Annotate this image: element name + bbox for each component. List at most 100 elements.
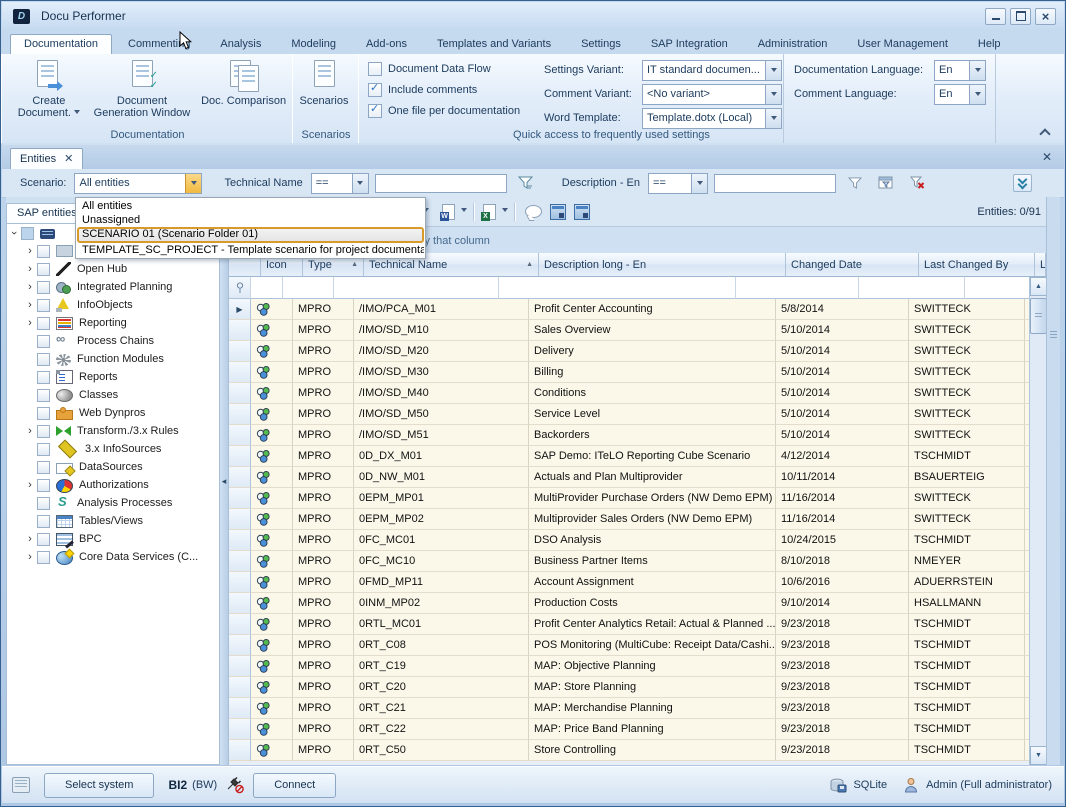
expand-arrow-icon[interactable]: ›: [23, 263, 37, 275]
checkbox-icon[interactable]: [368, 83, 382, 97]
ribbon-checkbox-row[interactable]: Include comments: [368, 83, 544, 97]
tree-item[interactable]: › 3.x InfoSources: [23, 440, 219, 458]
expand-arrow-icon[interactable]: ›: [23, 425, 37, 437]
table-row[interactable]: ▶ MPRO /IMO/SD_M30 Billing: [229, 362, 1030, 383]
combo-dropdown-button[interactable]: [969, 61, 985, 80]
scroll-up-button[interactable]: ▲: [1030, 277, 1047, 296]
table-row[interactable]: ▶ MPRO 0RT_C19 MAP: Objective Plannin: [229, 656, 1030, 677]
table-row[interactable]: ▶ MPRO 0FC_MC01 DSO Analysis: [229, 530, 1030, 551]
close-view-icon[interactable]: ✕: [1042, 150, 1052, 164]
tree-checkbox[interactable]: [37, 497, 50, 510]
combo-dropdown-button[interactable]: [352, 174, 368, 193]
table-row[interactable]: ▶ MPRO 0D_NW_M01 Actuals and Plan Mul: [229, 467, 1030, 488]
table-row[interactable]: ▶ MPRO 0RTL_MC01 Profit Center Analyt: [229, 614, 1030, 635]
combo-dropdown-button[interactable]: [765, 109, 781, 128]
table-row[interactable]: ▶ MPRO 0FMD_MP11 Account Assignment: [229, 572, 1030, 593]
scrollbar-thumb[interactable]: [1030, 298, 1047, 334]
table-row[interactable]: ▶ MPRO 0RT_C08 POS Monitoring (MultiC: [229, 635, 1030, 656]
table-row[interactable]: ▶ MPRO 0RT_C20 MAP: Store Planning: [229, 677, 1030, 698]
save-layout-button[interactable]: [550, 204, 566, 220]
table-row[interactable]: ▶ MPRO 0RT_C50 Store Controlling: [229, 740, 1030, 761]
dropdown-item[interactable]: Unassigned: [77, 213, 424, 227]
expand-arrow-icon[interactable]: ›: [23, 281, 37, 293]
tree-item[interactable]: › Process Chains: [23, 332, 219, 350]
dropdown-item[interactable]: SCENARIO 01 (Scenario Folder 01): [77, 227, 424, 243]
tree-checkbox[interactable]: [37, 461, 50, 474]
collapse-ribbon-button[interactable]: [1038, 126, 1052, 138]
scenarios-button[interactable]: Scenarios: [293, 54, 355, 107]
scenario-dropdown-button[interactable]: [185, 174, 201, 193]
scenario-combo[interactable]: All entities: [74, 173, 202, 194]
table-row[interactable]: ▶ MPRO /IMO/SD_M10 Sales Overview: [229, 320, 1030, 341]
ribbon-combo[interactable]: En: [934, 84, 986, 105]
filter-cell[interactable]: [859, 277, 965, 299]
expand-arrow-icon[interactable]: ›: [23, 245, 37, 257]
export-excel-button[interactable]: X: [480, 204, 508, 220]
table-row[interactable]: ▶ MPRO 0D_DX_M01 SAP Demo: ITeLO Repo: [229, 446, 1030, 467]
tree-checkbox[interactable]: [37, 299, 50, 312]
document-generation-window-button[interactable]: ✓✓ DocumentGeneration Window: [90, 54, 195, 119]
maximize-button[interactable]: [1010, 8, 1031, 25]
table-row[interactable]: ▶ MPRO 0EPM_MP02 Multiprovider Sales: [229, 509, 1030, 530]
minimize-button[interactable]: [985, 8, 1006, 25]
tree-item[interactable]: › Classes: [23, 386, 219, 404]
table-row[interactable]: ▶ MPRO 0FC_MC10 Business Partner Item: [229, 551, 1030, 572]
tree-checkbox[interactable]: [37, 281, 50, 294]
select-system-button[interactable]: Select system: [44, 773, 154, 798]
scroll-down-button[interactable]: ▼: [1030, 746, 1047, 765]
expand-arrow-icon[interactable]: ›: [23, 317, 37, 329]
tree-checkbox[interactable]: [37, 533, 50, 546]
tree-item[interactable]: › DataSources: [23, 458, 219, 476]
ribbon-tab[interactable]: Modeling: [277, 34, 350, 54]
ribbon-tab[interactable]: Administration: [744, 34, 842, 54]
expand-arrow-icon[interactable]: ›: [23, 479, 37, 491]
table-row[interactable]: ▶ MPRO 0RT_C22 MAP: Price Band Planni: [229, 719, 1030, 740]
tree-checkbox[interactable]: [21, 227, 34, 240]
table-row[interactable]: ▶ MPRO 0INM_MP02 Production Costs: [229, 593, 1030, 614]
combo-dropdown-button[interactable]: [969, 85, 985, 104]
ribbon-tab[interactable]: SAP Integration: [637, 34, 742, 54]
checkbox-icon[interactable]: [368, 62, 382, 76]
header-last-doc[interactable]: Last doc.: [1035, 253, 1046, 277]
tree-checkbox[interactable]: [37, 389, 50, 402]
clear-filter-button[interactable]: [905, 172, 929, 194]
ribbon-tab[interactable]: Add-ons: [352, 34, 421, 54]
tree-item[interactable]: › Transform./3.x Rules: [23, 422, 219, 440]
filter-cell[interactable]: [499, 277, 736, 299]
tree-item[interactable]: › Reports: [23, 368, 219, 386]
ribbon-tab[interactable]: User Management: [843, 34, 962, 54]
ribbon-combo[interactable]: <No variant>: [642, 84, 782, 105]
tree-item[interactable]: › Core Data Services (C...: [23, 548, 219, 566]
export-word-button[interactable]: W: [439, 204, 467, 220]
filter-cell[interactable]: [334, 277, 499, 299]
description-filter-input[interactable]: [714, 174, 836, 193]
tree-item[interactable]: › Web Dynpros: [23, 404, 219, 422]
right-edge-splitter[interactable]: [1046, 197, 1060, 765]
tree-checkbox[interactable]: [37, 263, 50, 276]
tree-checkbox[interactable]: [37, 515, 50, 528]
apply-filter-button[interactable]: [514, 172, 538, 194]
tree-checkbox[interactable]: [37, 335, 50, 348]
panel-splitter[interactable]: ◂: [220, 197, 228, 765]
tree-checkbox[interactable]: [37, 371, 50, 384]
tree-item[interactable]: › Tables/Views: [23, 512, 219, 530]
expand-arrow-icon[interactable]: ›: [8, 226, 20, 240]
technical-name-filter-input[interactable]: [375, 174, 507, 193]
combo-dropdown-button[interactable]: [765, 61, 781, 80]
ribbon-tab[interactable]: Documentation: [10, 34, 112, 54]
tree-checkbox[interactable]: [37, 425, 50, 438]
filter-cell[interactable]: [283, 277, 334, 299]
close-tab-icon[interactable]: ✕: [64, 152, 73, 165]
expand-filter-panel-button[interactable]: [1013, 174, 1032, 192]
tree-checkbox[interactable]: [37, 551, 50, 564]
tree-item[interactable]: › BPC: [23, 530, 219, 548]
tree-checkbox[interactable]: [37, 407, 50, 420]
tree-item[interactable]: › Reporting: [23, 314, 219, 332]
header-changed-date[interactable]: Changed Date: [786, 253, 919, 277]
expand-arrow-icon[interactable]: ›: [23, 533, 37, 545]
table-row[interactable]: ▶ MPRO /IMO/SD_M51 Backorders: [229, 425, 1030, 446]
connect-button[interactable]: Connect: [253, 773, 336, 798]
technical-name-operator-combo[interactable]: ==: [311, 173, 369, 194]
doc-comparison-button[interactable]: Doc. Comparison: [194, 54, 293, 119]
expand-arrow-icon[interactable]: ›: [23, 299, 37, 311]
